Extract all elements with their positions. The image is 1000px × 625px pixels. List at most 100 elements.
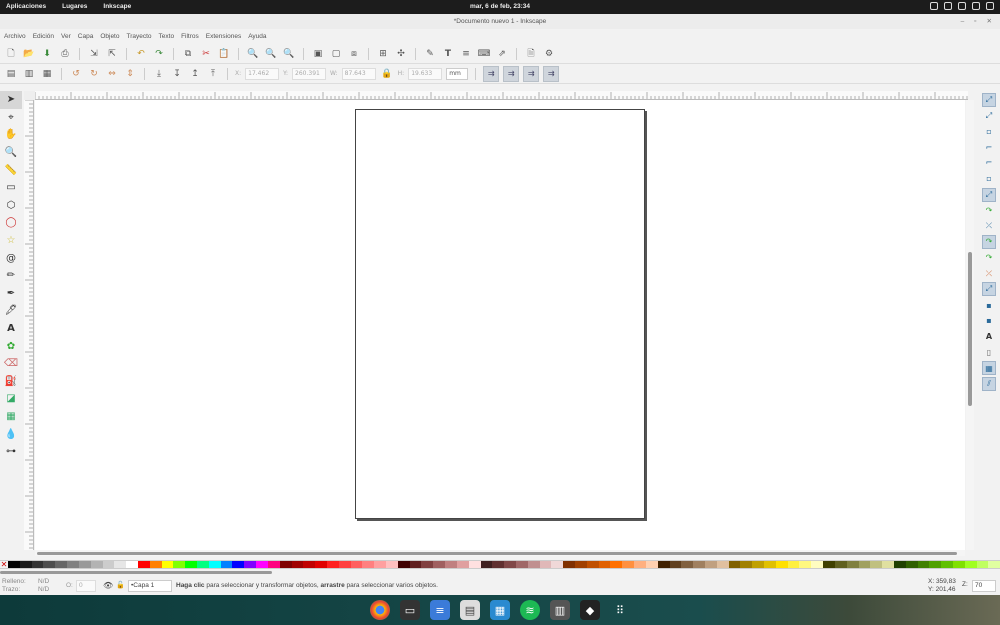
layer-visibility-icon[interactable]: 👁: [103, 581, 113, 590]
color-swatch[interactable]: [752, 561, 764, 568]
import-icon[interactable]: ⇲: [87, 47, 101, 61]
color-swatch[interactable]: [326, 561, 339, 568]
paste-icon[interactable]: 📋: [217, 47, 231, 61]
color-swatch[interactable]: [421, 561, 434, 568]
color-swatch[interactable]: [846, 561, 859, 568]
color-swatch[interactable]: [279, 561, 292, 568]
library-icon[interactable]: ▥: [550, 600, 570, 620]
align-icon[interactable]: ⊞: [376, 47, 390, 61]
color-swatch[interactable]: [870, 561, 883, 568]
color-swatch[interactable]: [929, 561, 942, 568]
snap-bbox-icon[interactable]: ⤢: [982, 109, 996, 123]
tweak-tool-icon[interactable]: ✋: [0, 126, 22, 144]
ungroup-icon[interactable]: ▢: [329, 47, 343, 61]
color-swatch[interactable]: [988, 561, 1000, 568]
color-swatch[interactable]: [256, 561, 268, 568]
node-tool-icon[interactable]: ⌖: [0, 109, 22, 127]
color-swatch[interactable]: [728, 561, 741, 568]
color-swatch[interactable]: [775, 561, 788, 568]
color-swatch[interactable]: [905, 561, 918, 568]
color-swatch[interactable]: [941, 561, 953, 568]
color-swatch[interactable]: [586, 561, 599, 568]
color-swatch[interactable]: [964, 561, 977, 568]
move-patterns-icon[interactable]: ⇉: [543, 65, 560, 82]
color-swatch[interactable]: [716, 561, 729, 568]
fill-value[interactable]: N/D: [38, 578, 49, 586]
files-icon[interactable]: ▤: [460, 600, 480, 620]
text-tool-icon[interactable]: T: [441, 47, 455, 61]
snap-others-icon[interactable]: ⤢: [982, 282, 996, 297]
scale-stroke-icon[interactable]: ⇉: [483, 65, 500, 82]
group-icon[interactable]: ▣: [311, 47, 325, 61]
color-swatch[interactable]: [244, 561, 257, 568]
zoom-field[interactable]: 70: [972, 580, 996, 592]
horizontal-ruler[interactable]: [35, 91, 968, 100]
menu-trayecto[interactable]: Trayecto: [126, 29, 151, 44]
color-swatch[interactable]: [232, 561, 245, 568]
color-swatch[interactable]: [362, 561, 375, 568]
flip-h-icon[interactable]: ⇔: [105, 67, 119, 81]
menu-edicion[interactable]: Edición: [33, 29, 54, 44]
drawing-canvas[interactable]: [35, 100, 965, 550]
spiral-tool-icon[interactable]: @: [0, 249, 22, 267]
app-grid-icon[interactable]: ⠿: [610, 600, 630, 620]
color-swatch[interactable]: [823, 561, 835, 568]
measure-tool-icon[interactable]: 📏: [0, 161, 22, 179]
color-swatch[interactable]: [303, 561, 316, 568]
color-swatch[interactable]: [610, 561, 623, 568]
layer-lock-icon[interactable]: 🔓: [116, 581, 125, 589]
snap-object-center-icon[interactable]: ▪: [982, 298, 996, 312]
color-swatch[interactable]: [386, 561, 398, 568]
pen-tool-icon[interactable]: ✒: [0, 285, 22, 303]
color-swatch[interactable]: [409, 561, 422, 568]
zoom-page-icon[interactable]: 🔍: [282, 47, 296, 61]
xml-editor-icon[interactable]: ⌨: [477, 47, 491, 61]
cut-icon[interactable]: ✂: [199, 47, 213, 61]
mesh-tool-icon[interactable]: ▦: [0, 408, 22, 426]
docs-icon[interactable]: ≡: [430, 600, 450, 620]
color-swatch[interactable]: [657, 561, 670, 568]
color-swatch[interactable]: [55, 561, 68, 568]
layers-icon[interactable]: ≡: [459, 47, 473, 61]
preferences-icon[interactable]: ⚙: [542, 47, 556, 61]
stroke-value[interactable]: N/D: [38, 586, 49, 594]
horizontal-scrollbar[interactable]: [35, 550, 965, 556]
w-field[interactable]: 87.643: [341, 67, 376, 80]
close-button[interactable]: ✕: [987, 14, 992, 29]
print-icon[interactable]: ⎙: [58, 47, 72, 61]
color-swatch[interactable]: [445, 561, 457, 568]
snap-enable-icon[interactable]: ⤢: [982, 92, 996, 107]
duplicate-icon[interactable]: ⧉: [181, 47, 195, 61]
clock[interactable]: mar, 6 de feb, 23:34: [0, 3, 1000, 10]
color-swatch[interactable]: [515, 561, 528, 568]
terminal-icon[interactable]: ▭: [400, 600, 420, 620]
color-swatch[interactable]: [197, 561, 209, 568]
select-all-icon[interactable]: ▤: [4, 67, 18, 81]
color-swatch[interactable]: [19, 561, 32, 568]
connector-tool-icon[interactable]: ⊶: [0, 443, 22, 461]
color-swatch[interactable]: [267, 561, 280, 568]
snap-rotation-center-icon[interactable]: ▪: [982, 314, 996, 328]
color-swatch[interactable]: [740, 561, 753, 568]
snap-bbox-midpoint-icon[interactable]: ⌐: [982, 156, 996, 170]
menu-ayuda[interactable]: Ayuda: [248, 29, 266, 44]
inkscape-icon[interactable]: ◆: [580, 600, 600, 620]
color-swatch[interactable]: [634, 561, 646, 568]
color-swatch[interactable]: [527, 561, 540, 568]
color-swatch[interactable]: [67, 561, 79, 568]
snap-path-icon[interactable]: ↷: [982, 203, 996, 217]
color-swatch[interactable]: [893, 561, 906, 568]
color-swatch[interactable]: [563, 561, 575, 568]
color-swatch[interactable]: [31, 561, 44, 568]
color-swatch[interactable]: [551, 561, 564, 568]
color-swatch[interactable]: [350, 561, 363, 568]
color-swatch[interactable]: [882, 561, 894, 568]
lower-bottom-icon[interactable]: ⤓: [152, 67, 166, 81]
color-swatch[interactable]: [787, 561, 800, 568]
document-page[interactable]: [355, 109, 645, 519]
spray-tool-icon[interactable]: ✿: [0, 337, 22, 355]
deselect-icon[interactable]: ▦: [40, 67, 54, 81]
snap-smooth-icon[interactable]: ↷: [982, 251, 996, 265]
color-swatch[interactable]: [834, 561, 847, 568]
3dbox-tool-icon[interactable]: ⬡: [0, 197, 22, 215]
